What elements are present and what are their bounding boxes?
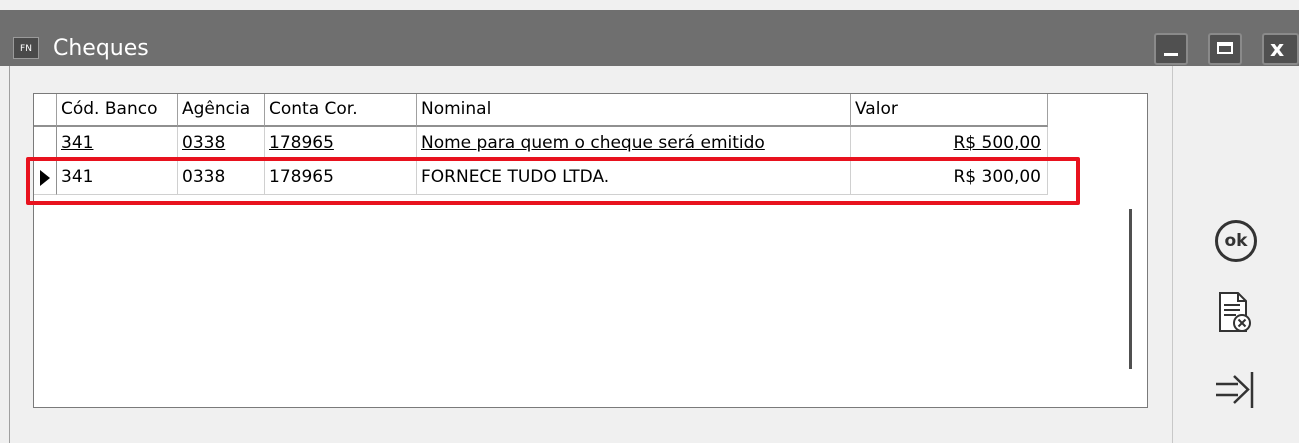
cell-agencia[interactable]: 0338 (178, 127, 265, 161)
close-icon: x (1270, 37, 1285, 62)
title-bar[interactable]: FN Cheques x (0, 10, 1299, 66)
cell-nominal[interactable]: Nome para quem o cheque será emitido (417, 127, 851, 161)
exit-icon[interactable] (1212, 368, 1258, 412)
scrollbar[interactable] (1129, 209, 1132, 369)
column-header-cod-banco[interactable]: Cód. Banco (57, 94, 178, 127)
column-header-nominal[interactable]: Nominal (417, 94, 851, 127)
close-button[interactable]: x (1262, 33, 1299, 65)
minimize-icon (1164, 53, 1178, 56)
cheques-grid[interactable]: Cód. Banco Agência Conta Cor. Nominal Va… (33, 93, 1148, 408)
cell-conta-cor[interactable]: 178965 (265, 127, 417, 161)
maximize-icon (1217, 42, 1233, 54)
row-indicator-header (34, 94, 57, 127)
row-indicator[interactable] (34, 127, 57, 161)
cell-valor[interactable]: R$ 500,00 (851, 127, 1048, 161)
column-header-agencia[interactable]: Agência (178, 94, 265, 127)
column-header-conta-cor[interactable]: Conta Cor. (265, 94, 417, 127)
column-header-valor[interactable]: Valor (851, 94, 1048, 127)
minimize-button[interactable] (1154, 33, 1188, 65)
ok-icon[interactable]: ok (1215, 220, 1257, 262)
cheques-window: FN Cheques x Cód. Banco Agência Conta Co… (0, 0, 1299, 443)
maximize-button[interactable] (1208, 33, 1242, 65)
window-title: Cheques (53, 36, 149, 61)
cancel-document-icon[interactable] (1216, 291, 1254, 335)
selected-row-highlight (26, 157, 1080, 205)
app-icon: FN (13, 37, 39, 59)
cell-cod-banco[interactable]: 341 (57, 127, 178, 161)
